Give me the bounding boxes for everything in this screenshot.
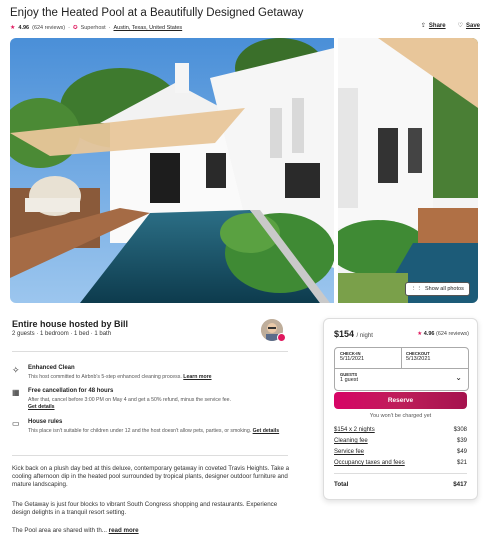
- listing-meta: ★ 4.96 (624 reviews) · ✪ Superhost · Aus…: [10, 24, 183, 32]
- calendar-icon: ▦: [12, 388, 20, 397]
- listing-actions: ⇪ Share ♡ Save: [420, 22, 480, 30]
- superhost-label: Superhost: [80, 24, 106, 31]
- show-all-photos-button[interactable]: ⋮⋮ Show all photos: [405, 282, 470, 296]
- divider: [12, 351, 288, 352]
- side-photo[interactable]: [338, 38, 478, 303]
- grid-icon: ⋮⋮: [411, 286, 422, 292]
- star-icon: ★: [10, 25, 16, 31]
- divider: [12, 455, 288, 456]
- guests-field[interactable]: GUESTS 1 guest: [340, 372, 358, 383]
- get-details-link[interactable]: Get details: [28, 404, 55, 410]
- fee-row: Service fee $49: [334, 449, 467, 455]
- reserve-button[interactable]: Reserve: [334, 392, 467, 409]
- reviews-count[interactable]: (624 reviews): [32, 25, 65, 31]
- date-guest-picker: CHECK-IN 5/11/2021 CHECKOUT 5/13/2021 GU…: [334, 347, 469, 391]
- book-icon: ▭: [12, 419, 20, 428]
- read-more-link[interactable]: read more: [109, 527, 139, 534]
- host-title: Entire house hosted by Bill: [12, 319, 129, 329]
- checkout-field[interactable]: CHECKOUT 5/13/2021: [406, 351, 430, 362]
- description-paragraph: The Getaway is just four blocks to vibra…: [12, 501, 278, 517]
- fee-row: Occupancy taxes and fees $21: [334, 460, 467, 466]
- checkin-field[interactable]: CHECK-IN 5/11/2021: [340, 351, 364, 362]
- card-rating: ★ 4.96 (624 reviews): [417, 331, 469, 337]
- rating-value: 4.96: [18, 24, 30, 31]
- total-row: Total $417: [334, 481, 467, 488]
- chevron-down-icon[interactable]: ⌄: [455, 373, 462, 382]
- host-subtitle: 2 guests · 1 bedroom · 1 bed · 1 bath: [12, 331, 112, 337]
- star-icon: ★: [417, 331, 423, 337]
- save-button[interactable]: ♡ Save: [457, 22, 480, 30]
- booking-card: $154 / night ★ 4.96 (624 reviews) CHECK-…: [323, 318, 478, 500]
- listing-title: Enjoy the Heated Pool at a Beautifully D…: [10, 7, 304, 19]
- description-paragraph: Kick back on a plush day bed at this del…: [12, 465, 290, 489]
- get-details-link[interactable]: Get details: [253, 428, 280, 434]
- divider: [334, 473, 467, 474]
- fee-row: Cleaning fee $39: [334, 438, 467, 444]
- superhost-badge-icon: ✪: [72, 24, 78, 31]
- location-link[interactable]: Austin, Texas, United States: [114, 25, 183, 31]
- superhost-avatar-badge-icon: [277, 333, 286, 342]
- fee-row: $154 x 2 nights $308: [334, 427, 467, 433]
- sparkle-icon: ✧: [12, 365, 20, 375]
- nightly-price: $154 / night: [334, 329, 373, 339]
- share-icon: ⇪: [420, 23, 426, 29]
- learn-more-link[interactable]: Learn more: [183, 374, 211, 380]
- main-photo[interactable]: [10, 38, 334, 303]
- heart-icon: ♡: [457, 23, 463, 29]
- share-button[interactable]: ⇪ Share: [420, 22, 446, 30]
- description-paragraph: The Pool area are shared with th... read…: [12, 527, 139, 534]
- no-charge-note: You won't be charged yet: [369, 413, 432, 419]
